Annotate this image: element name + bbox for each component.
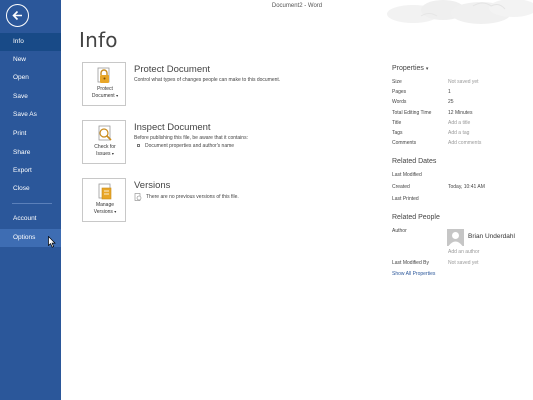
- protect-document-button[interactable]: Protect Document ▾: [82, 62, 126, 106]
- dropdown-caret-icon: ▾: [116, 93, 119, 98]
- prop-value-words: 25: [448, 99, 454, 105]
- prop-label-last-modified: Last Modified: [392, 172, 422, 178]
- prop-label-words: Words: [392, 99, 407, 105]
- prop-label-last-printed: Last Printed: [392, 196, 419, 202]
- back-button[interactable]: [6, 4, 29, 27]
- check-button-label-1: Check for: [94, 144, 116, 150]
- prop-label-pages: Pages: [392, 89, 407, 95]
- sidebar-item-export[interactable]: Export: [0, 162, 61, 180]
- sidebar-item-share[interactable]: Share: [0, 144, 61, 162]
- related-people-title: Related People: [392, 214, 440, 221]
- sidebar-item-open[interactable]: Open: [0, 69, 61, 87]
- prop-label-tags: Tags: [392, 130, 403, 136]
- lock-icon: [97, 67, 110, 83]
- protect-document-description: Control what types of changes people can…: [134, 77, 281, 83]
- sidebar-item-account[interactable]: Account: [0, 210, 61, 228]
- back-arrow-icon: [12, 10, 22, 21]
- sidebar-item-save-as[interactable]: Save As: [0, 106, 61, 124]
- versions-title: Versions: [134, 180, 171, 191]
- author-name[interactable]: Brian Underdahl: [468, 233, 515, 240]
- prop-label-last-modified-by: Last Modified By: [392, 260, 429, 266]
- versions-description: There are no previous versions of this f…: [146, 194, 239, 200]
- check-for-issues-button[interactable]: Check for Issues ▾: [82, 120, 126, 164]
- prop-value-last-modified-by: Not saved yet: [448, 260, 479, 266]
- related-dates-title: Related Dates: [392, 158, 437, 165]
- prop-label-size: Size: [392, 79, 402, 85]
- versions-icon: [98, 183, 112, 200]
- properties-title: Properties: [392, 65, 424, 72]
- mouse-pointer-icon: [48, 236, 56, 248]
- person-icon: [448, 232, 463, 246]
- inspect-bullet-text: Document properties and author's name: [145, 143, 235, 149]
- sidebar-item-print[interactable]: Print: [0, 125, 61, 143]
- dropdown-caret-icon: ▾: [111, 151, 114, 156]
- prop-value-pages: 1: [448, 89, 451, 95]
- check-button-label-2-wrap: Issues ▾: [83, 151, 127, 158]
- bullet-icon: [137, 144, 140, 147]
- sidebar-item-new[interactable]: New: [0, 51, 61, 69]
- versions-button-label-1: Manage: [95, 202, 115, 208]
- protect-document-title: Protect Document: [134, 64, 211, 75]
- sidebar-item-close[interactable]: Close: [0, 180, 61, 198]
- inspect-document-title: Inspect Document: [134, 122, 211, 133]
- prop-input-title[interactable]: Add a title: [448, 120, 470, 126]
- protect-button-label-1: Protect: [97, 86, 113, 92]
- prop-label-comments: Comments: [392, 140, 417, 146]
- versions-button-label-2-wrap: Versions ▾: [83, 209, 127, 216]
- sidebar-item-info[interactable]: Info: [0, 33, 61, 51]
- prop-value-editing-time: 12 Minutes: [448, 110, 473, 116]
- inspect-document-description: Before publishing this file, be aware th…: [134, 135, 248, 141]
- versions-doc-icon: [134, 193, 142, 201]
- prop-value-created: Today, 10:41 AM: [448, 184, 485, 190]
- prop-label-created: Created: [392, 184, 410, 190]
- properties-dropdown[interactable]: Properties ▾: [392, 65, 428, 72]
- prop-input-tags[interactable]: Add a tag: [448, 130, 469, 136]
- sidebar-divider: [12, 203, 52, 204]
- backstage-sidebar: Info New Open Save Save As Print Share E…: [0, 0, 61, 400]
- dropdown-caret-icon: ▾: [114, 209, 117, 214]
- show-all-properties-link[interactable]: Show All Properties: [392, 271, 435, 277]
- protect-button-label-2: Document: [91, 93, 115, 99]
- inspect-icon: [98, 125, 112, 141]
- prop-label-author: Author: [392, 228, 407, 234]
- manage-versions-button[interactable]: Manage Versions ▾: [82, 178, 126, 222]
- versions-button-label-2: Versions: [93, 209, 113, 215]
- author-avatar: [447, 229, 464, 246]
- protect-button-label-2-wrap: Document ▾: [83, 93, 127, 100]
- sidebar-item-save[interactable]: Save: [0, 88, 61, 106]
- prop-label-editing-time: Total Editing Time: [392, 110, 432, 116]
- clouds-decoration: [387, 0, 533, 24]
- check-button-label-2: Issues: [96, 151, 111, 157]
- page-title: Info: [79, 28, 118, 52]
- dropdown-caret-icon: ▾: [425, 66, 429, 72]
- prop-value-size: Not saved yet: [448, 79, 479, 85]
- prop-input-comments[interactable]: Add comments: [448, 140, 481, 146]
- add-author-link[interactable]: Add an author: [448, 249, 479, 255]
- prop-label-title: Title: [392, 120, 402, 126]
